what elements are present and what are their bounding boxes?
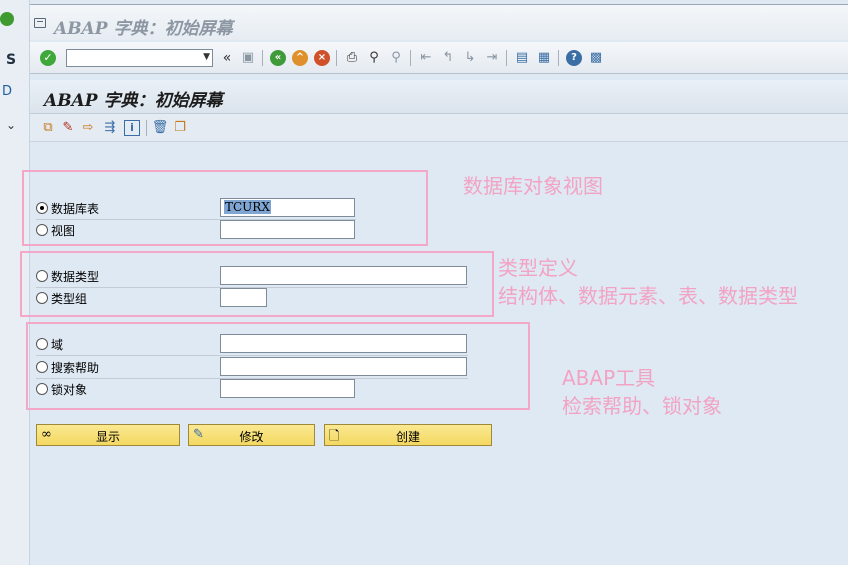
create-button[interactable]: 🗋 创建 <box>324 424 492 446</box>
radio-lock-object[interactable]: 锁对象 <box>36 380 87 398</box>
radio-indicator[interactable] <box>36 224 48 236</box>
cancel-icon[interactable]: × <box>314 50 330 66</box>
radio-label: 锁对象 <box>51 382 88 397</box>
radio-label: 域 <box>51 337 64 352</box>
enter-icon[interactable]: ✓ <box>40 50 56 66</box>
copy-icon[interactable]: ❐ <box>172 120 188 136</box>
radio-data-type[interactable]: 数据类型 <box>36 267 99 285</box>
data-type-input[interactable] <box>220 266 467 285</box>
radio-domain[interactable]: 域 <box>36 335 63 353</box>
last-page-icon[interactable]: ⇥ <box>484 50 500 66</box>
radio-indicator[interactable] <box>36 270 48 282</box>
other-object-icon[interactable]: ⧉ <box>40 120 56 136</box>
find-icon[interactable]: ⚲ <box>366 50 382 66</box>
background-label-s: S <box>6 52 17 68</box>
radio-label: 数据库表 <box>51 201 100 216</box>
exit-icon[interactable]: ^ <box>292 50 308 66</box>
page-title: ABAP 字典：初始屏幕 <box>44 91 223 111</box>
help-icon[interactable]: ? <box>566 50 582 66</box>
chevron-down-icon[interactable]: ⌄ <box>6 118 16 132</box>
status-ok-icon <box>0 12 14 26</box>
type-group-input[interactable] <box>220 288 267 307</box>
change-button-label: 修改 <box>239 430 264 444</box>
activate-icon[interactable]: ⇶ <box>102 120 118 136</box>
annotation-db: 数据库对象视图 <box>463 174 603 198</box>
standard-toolbar: ✓ ▼ « ▣ « ^ × ⎙ ⚲ ⚲ ⇤ ↰ ↳ ⇥ ▤ ▦ ? ▩ <box>30 42 848 74</box>
save-icon[interactable]: ▣ <box>240 50 256 66</box>
radio-label: 类型组 <box>51 291 88 306</box>
application-toolbar: ⧉ ✎ ⇨ ⇶ i 🗑 ❐ <box>30 114 848 142</box>
toolbar-separator <box>558 50 559 66</box>
change-icon[interactable]: ✎ <box>60 120 76 136</box>
info-icon[interactable]: i <box>124 120 140 136</box>
find-next-icon[interactable]: ⚲ <box>388 50 404 66</box>
database-table-value: TCURX <box>224 200 271 214</box>
create-button-label: 创建 <box>395 430 420 444</box>
window-titlebar: ABAP 字典：初始屏幕 <box>30 4 848 40</box>
view-input[interactable] <box>220 220 355 239</box>
radio-indicator[interactable] <box>36 202 48 214</box>
toolbar-separator <box>506 50 507 66</box>
change-button[interactable]: ✎ 修改 <box>188 424 315 446</box>
radio-type-group[interactable]: 类型组 <box>36 289 87 307</box>
back-double-icon[interactable]: « <box>219 50 235 66</box>
toolbar-separator <box>262 50 263 66</box>
layout-icon[interactable]: ▩ <box>588 50 604 66</box>
back-icon[interactable]: « <box>270 50 286 66</box>
annotation-type-detail: 结构体、数据元素、表、数据类型 <box>498 284 798 308</box>
command-field[interactable]: ▼ <box>66 49 213 67</box>
annotation-type-title: 类型定义 <box>498 256 578 280</box>
radio-indicator[interactable] <box>36 361 48 373</box>
prev-page-icon[interactable]: ↰ <box>440 50 456 66</box>
lock-object-input[interactable] <box>220 379 355 398</box>
delete-icon[interactable]: 🗑 <box>152 120 169 136</box>
toolbar-separator <box>336 50 337 66</box>
next-page-icon[interactable]: ↳ <box>462 50 478 66</box>
toolbar-separator <box>410 50 411 66</box>
background-label-d: D <box>2 84 13 99</box>
display-button[interactable]: ∞ 显示 <box>36 424 180 446</box>
radio-label: 搜索帮助 <box>51 360 100 375</box>
radio-view[interactable]: 视图 <box>36 221 75 239</box>
shortcut-icon[interactable]: ▦ <box>536 50 552 66</box>
window-title: ABAP 字典：初始屏幕 <box>54 19 233 39</box>
new-session-icon[interactable]: ▤ <box>514 50 530 66</box>
row-divider <box>36 355 468 356</box>
chevron-down-icon[interactable]: ▼ <box>203 52 210 62</box>
database-table-input[interactable]: TCURX <box>220 198 355 217</box>
print-icon[interactable]: ⎙ <box>344 50 360 66</box>
window-menu-icon[interactable] <box>34 18 46 28</box>
application-title-bar: ABAP 字典：初始屏幕 <box>30 80 848 114</box>
annotation-tools-title: ABAP工具 <box>562 366 656 390</box>
radio-database-table[interactable]: 数据库表 <box>36 199 99 217</box>
display-icon[interactable]: ⇨ <box>80 120 96 136</box>
radio-indicator[interactable] <box>36 292 48 304</box>
first-page-icon[interactable]: ⇤ <box>418 50 434 66</box>
domain-input[interactable] <box>220 334 467 353</box>
radio-search-help[interactable]: 搜索帮助 <box>36 358 99 376</box>
search-help-input[interactable] <box>220 357 467 376</box>
toolbar-separator <box>146 120 147 136</box>
radio-indicator[interactable] <box>36 383 48 395</box>
display-button-label: 显示 <box>95 430 120 444</box>
radio-label: 数据类型 <box>51 269 100 284</box>
sap-window: ABAP 字典：初始屏幕 ✓ ▼ « ▣ « ^ × ⎙ ⚲ ⚲ ⇤ ↰ ↳ ⇥… <box>20 0 848 565</box>
annotation-tools-detail: 检索帮助、锁对象 <box>562 394 722 418</box>
radio-indicator[interactable] <box>36 338 48 350</box>
radio-label: 视图 <box>51 223 76 238</box>
